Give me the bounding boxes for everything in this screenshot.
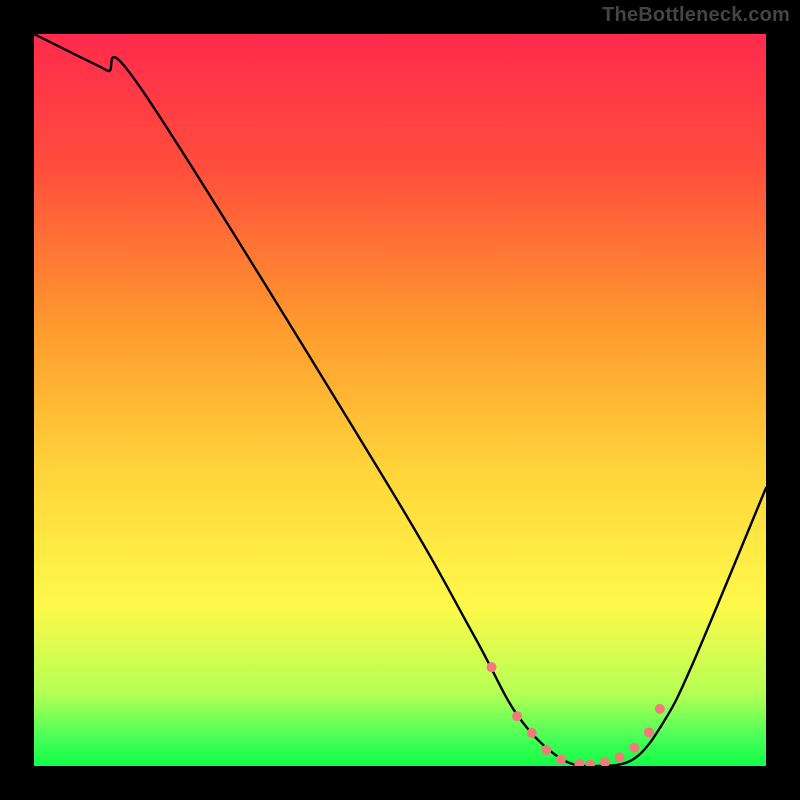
plot-area (34, 34, 766, 766)
marker-dot (615, 752, 625, 762)
marker-dot (629, 743, 639, 753)
marker-dot (655, 704, 665, 714)
marker-dot (541, 745, 551, 755)
marker-dot (487, 662, 497, 672)
chart-container: TheBottleneck.com (0, 0, 800, 800)
plot-svg (34, 34, 766, 766)
marker-dot (644, 727, 654, 737)
marker-dot (556, 754, 566, 764)
marker-dot (512, 711, 522, 721)
watermark-text: TheBottleneck.com (602, 4, 790, 27)
gradient-background (34, 34, 766, 766)
marker-dot (527, 728, 537, 738)
